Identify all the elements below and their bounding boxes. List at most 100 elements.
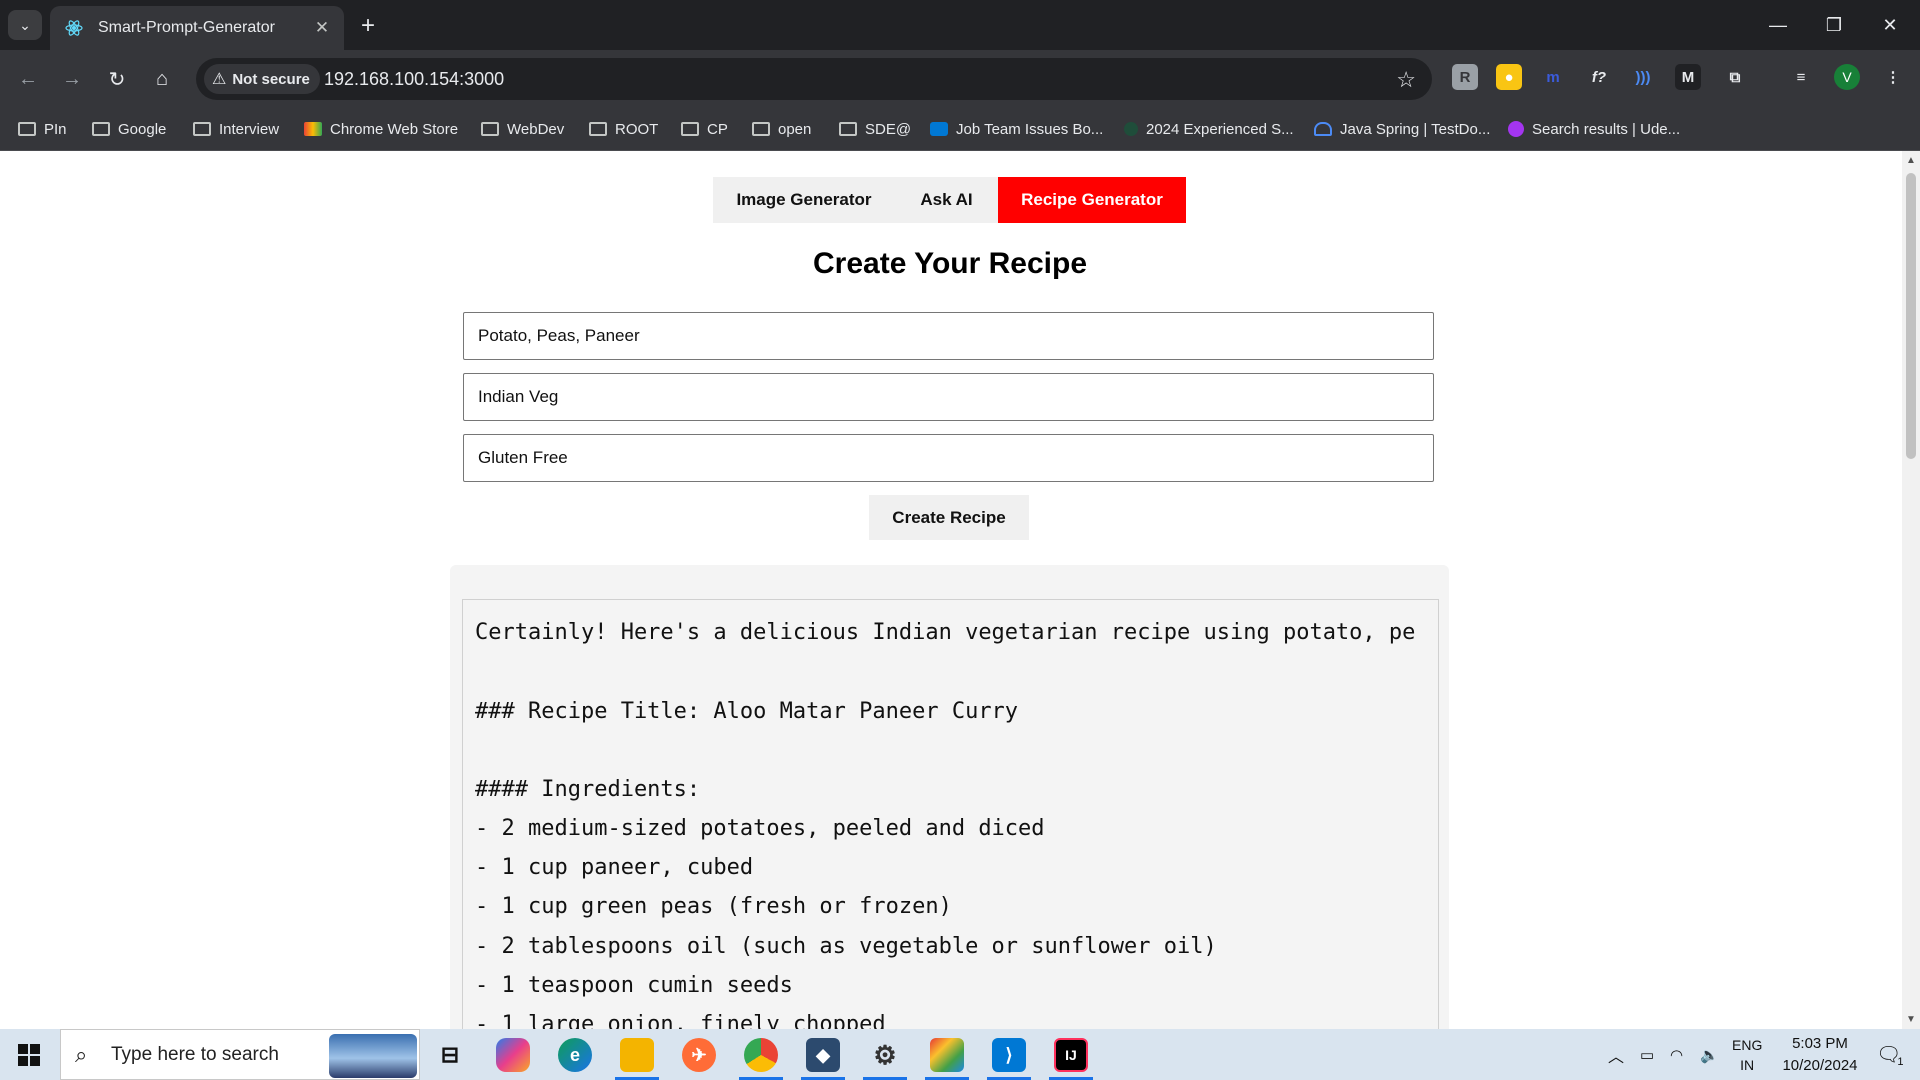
output-line: - 1 cup paneer, cubed	[475, 855, 754, 880]
bookmark-item[interactable]: ROOT	[589, 116, 658, 142]
bookmark-item[interactable]: SDE@	[839, 116, 911, 142]
vscode-icon[interactable]: ⟩	[992, 1038, 1026, 1072]
close-window-icon[interactable]: ✕	[1862, 0, 1918, 50]
recipe-output-container: Certainly! Here's a delicious Indian veg…	[450, 565, 1449, 1029]
ingredients-input[interactable]	[463, 312, 1434, 360]
output-line: - 2 tablespoons oil (such as vegetable o…	[475, 934, 1217, 959]
tab-ask-ai[interactable]: Ask AI	[895, 177, 998, 223]
folder-icon	[481, 122, 499, 136]
app-icon[interactable]	[930, 1038, 964, 1072]
notification-icon[interactable]: 🗨 1	[1876, 1029, 1904, 1080]
tab-image-generator[interactable]: Image Generator	[713, 177, 895, 223]
battery-icon[interactable]: ▭	[1640, 1029, 1654, 1080]
bookmarks-bar: PIn Google Interview Chrome Web Store We…	[0, 108, 1920, 151]
extension-icon[interactable]: m	[1540, 64, 1566, 90]
intellij-idea-icon[interactable]: IJ	[1054, 1038, 1088, 1072]
udemy-icon	[1508, 121, 1524, 137]
recipe-output: Certainly! Here's a delicious Indian veg…	[462, 599, 1439, 1029]
extension-icon[interactable]: ●	[1496, 64, 1522, 90]
cuisine-input[interactable]	[463, 373, 1434, 421]
folder-icon	[839, 122, 857, 136]
bookmark-item[interactable]: open	[752, 116, 811, 142]
windows-start-icon[interactable]	[18, 1044, 40, 1066]
scroll-down-icon[interactable]: ▼	[1906, 1014, 1916, 1025]
notification-count: 1	[1897, 1055, 1904, 1068]
folder-icon	[681, 122, 699, 136]
browser-tab-strip: ⌄ Smart-Prompt-Generator ✕ + — ❐ ✕	[0, 0, 1920, 50]
bookmark-item[interactable]: Google	[92, 116, 166, 142]
show-hidden-icons-chevron-icon[interactable]: ︿	[1608, 1029, 1624, 1080]
output-line: - 1 teaspoon cumin seeds	[475, 973, 793, 998]
menu-kebab-icon[interactable]: ⋮	[1880, 64, 1906, 90]
bookmark-star-icon[interactable]: ☆	[1396, 67, 1416, 93]
minimize-icon[interactable]: —	[1750, 0, 1806, 50]
create-recipe-button[interactable]: Create Recipe	[869, 495, 1029, 540]
date-label: 10/20/2024	[1782, 1056, 1858, 1074]
url-text[interactable]: 192.168.100.154:3000	[324, 69, 504, 90]
clock[interactable]: 5:03 PM 10/20/2024	[1772, 1029, 1868, 1080]
extension-icon[interactable]: R	[1452, 64, 1478, 90]
output-line: - 1 cup green peas (fresh or frozen)	[475, 894, 952, 919]
region-label: IN	[1740, 1056, 1755, 1073]
bookmark-item[interactable]: PIn	[18, 116, 67, 142]
mysql-workbench-icon[interactable]: ◆	[806, 1038, 840, 1072]
edge-icon[interactable]: e	[558, 1038, 592, 1072]
windows-taskbar: ⌕ Type here to search ⊟ e ✈ ◆ ⚙ ⟩ IJ ︿ ▭…	[0, 1029, 1920, 1080]
chrome-web-store-icon	[304, 122, 322, 136]
search-icon: ⌕	[75, 1042, 88, 1067]
bookmark-item[interactable]: 2024 Experienced S...	[1124, 116, 1294, 142]
security-label: Not secure	[232, 70, 310, 88]
reload-icon[interactable]: ↻	[102, 64, 132, 94]
scroll-up-icon[interactable]: ▲	[1906, 155, 1916, 166]
wifi-icon[interactable]: ◠	[1670, 1029, 1683, 1080]
site-info-chip[interactable]: ⚠ Not secure	[204, 64, 320, 94]
taskbar-search-box[interactable]: ⌕ Type here to search	[60, 1029, 420, 1080]
language-indicator[interactable]: ENG IN	[1732, 1029, 1762, 1080]
extension-icon[interactable]: M	[1675, 64, 1701, 90]
search-placeholder: Type here to search	[111, 1044, 279, 1065]
media-control-icon[interactable]: ≡	[1788, 64, 1814, 90]
folder-icon	[193, 122, 211, 136]
close-tab-icon[interactable]: ✕	[310, 16, 334, 40]
volume-icon[interactable]: 🔈	[1700, 1029, 1719, 1080]
warning-icon: ⚠	[212, 71, 227, 88]
tab-recipe-generator[interactable]: Recipe Generator	[998, 177, 1186, 223]
page-scrollbar[interactable]: ▲ ▼	[1902, 151, 1920, 1029]
restore-icon[interactable]: ❐	[1806, 0, 1862, 50]
folder-icon	[18, 122, 36, 136]
extensions-puzzle-icon[interactable]: ⧉	[1722, 64, 1748, 90]
bookmark-item[interactable]: Job Team Issues Bo...	[930, 116, 1103, 142]
output-line: ### Recipe Title: Aloo Matar Paneer Curr…	[475, 699, 1019, 724]
postman-icon[interactable]: ✈	[682, 1038, 716, 1072]
language-label: ENG	[1732, 1036, 1763, 1053]
address-bar[interactable]: ⚠ Not secure 192.168.100.154:3000 ☆	[196, 58, 1432, 100]
settings-gear-icon[interactable]: ⚙	[868, 1038, 902, 1072]
task-view-icon[interactable]: ⊟	[433, 1038, 467, 1072]
bookmark-item[interactable]: WebDev	[481, 116, 564, 142]
search-highlight-image	[329, 1034, 417, 1078]
new-tab-icon[interactable]: +	[354, 12, 382, 40]
extension-icon[interactable]: f?	[1586, 64, 1612, 90]
bookmark-item[interactable]: Chrome Web Store	[304, 116, 458, 142]
copilot-icon[interactable]	[496, 1038, 530, 1072]
tab-search-button[interactable]: ⌄	[8, 10, 42, 40]
profile-avatar[interactable]: V	[1834, 64, 1860, 90]
extension-icon[interactable]: )))	[1630, 64, 1656, 90]
home-icon[interactable]: ⌂	[147, 64, 177, 94]
file-explorer-icon[interactable]	[620, 1038, 654, 1072]
cloud-icon	[1314, 122, 1332, 136]
folder-icon	[589, 122, 607, 136]
dietary-input[interactable]	[463, 434, 1434, 482]
bookmark-item[interactable]: CP	[681, 116, 728, 142]
browser-tab[interactable]: Smart-Prompt-Generator ✕	[50, 6, 344, 50]
bookmark-item[interactable]: Interview	[193, 116, 279, 142]
bookmark-item[interactable]: Search results | Ude...	[1508, 116, 1680, 142]
site-icon	[1124, 122, 1138, 136]
output-line: #### Ingredients:	[475, 777, 701, 802]
folder-icon	[752, 122, 770, 136]
back-icon[interactable]: ←	[13, 64, 43, 94]
chrome-icon[interactable]	[744, 1038, 778, 1072]
forward-icon[interactable]: →	[57, 64, 87, 94]
scrollbar-thumb[interactable]	[1906, 173, 1916, 459]
bookmark-item[interactable]: Java Spring | TestDo...	[1314, 116, 1490, 142]
